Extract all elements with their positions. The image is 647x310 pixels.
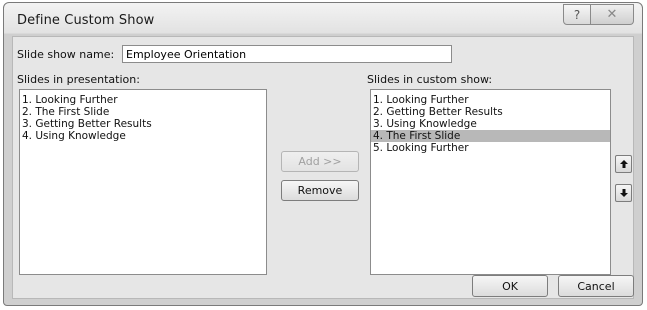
list-item[interactable]: 1. Looking Further: [20, 94, 266, 106]
ok-button[interactable]: OK: [472, 275, 548, 297]
help-button[interactable]: ?: [563, 4, 591, 25]
list-item[interactable]: 1. Looking Further: [371, 94, 610, 106]
remove-button[interactable]: Remove: [281, 180, 359, 201]
move-up-button[interactable]: [615, 155, 632, 173]
arrow-up-icon: [619, 160, 628, 168]
slides-in-custom-show-list[interactable]: 1. Looking Further 2. Getting Better Resu…: [370, 89, 611, 275]
slide-show-name-input[interactable]: [122, 45, 452, 63]
cancel-button[interactable]: Cancel: [558, 275, 634, 297]
list-item[interactable]: 4. The First Slide: [371, 130, 610, 142]
slides-in-presentation-label: Slides in presentation:: [17, 73, 140, 86]
list-item[interactable]: 3. Getting Better Results: [20, 118, 266, 130]
list-item[interactable]: 2. Getting Better Results: [371, 106, 610, 118]
dialog-title: Define Custom Show: [17, 13, 155, 28]
slides-in-custom-show-label: Slides in custom show:: [367, 73, 493, 86]
define-custom-show-dialog: Define Custom Show ? ✕ Slide show name: …: [3, 2, 643, 306]
move-down-button[interactable]: [615, 184, 632, 202]
add-button[interactable]: Add >>: [281, 151, 359, 172]
title-bar-buttons: ? ✕: [563, 4, 634, 25]
list-item[interactable]: 2. The First Slide: [20, 106, 266, 118]
slides-in-presentation-list[interactable]: 1. Looking Further 2. The First Slide 3. G…: [19, 89, 267, 275]
list-item[interactable]: 5. Looking Further: [371, 142, 610, 154]
arrow-down-icon: [619, 189, 628, 197]
dialog-body: Slide show name: Slides in presentation:…: [12, 36, 634, 299]
list-item[interactable]: 3. Using Knowledge: [371, 118, 610, 130]
list-item[interactable]: 4. Using Knowledge: [20, 130, 266, 142]
slide-show-name-label: Slide show name:: [17, 48, 115, 61]
close-button[interactable]: ✕: [591, 4, 634, 25]
